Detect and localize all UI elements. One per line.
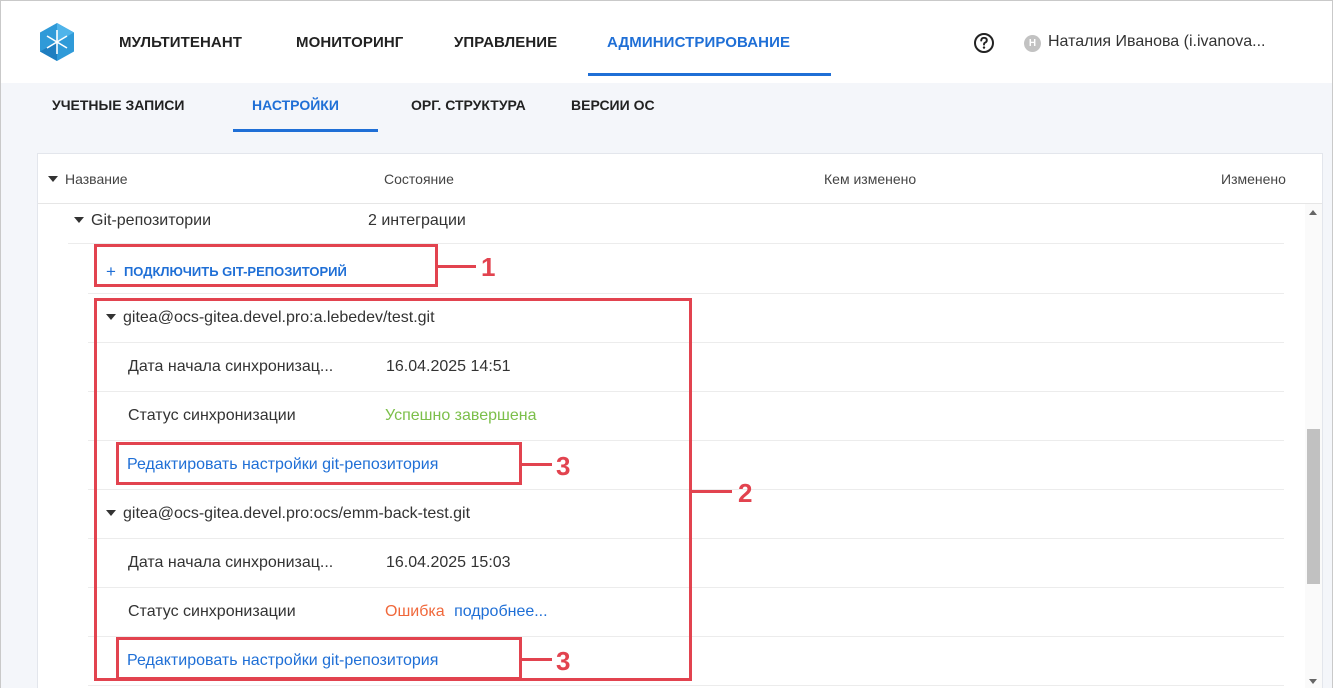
active-tab-indicator <box>588 73 831 76</box>
annotation-box-connect <box>94 244 438 287</box>
top-bar: МУЛЬТИТЕНАНТ МОНИТОРИНГ УПРАВЛЕНИЕ АДМИН… <box>1 1 1332 83</box>
group-status: 2 интеграции <box>368 212 466 229</box>
annotation-leader <box>692 490 732 493</box>
annotation-label: 3 <box>556 646 571 676</box>
group-row-git[interactable]: Git-репозитории 2 интеграции <box>68 204 1284 244</box>
active-subtab-indicator <box>233 129 378 132</box>
app-window: МУЛЬТИТЕНАНТ МОНИТОРИНГ УПРАВЛЕНИЕ АДМИН… <box>0 0 1333 688</box>
app-logo-icon[interactable] <box>37 22 77 62</box>
tab-settings[interactable]: НАСТРОЙКИ <box>252 97 339 113</box>
annotation-leader <box>438 265 476 268</box>
column-header-changed-at[interactable]: Изменено <box>1221 171 1286 187</box>
user-name[interactable]: Наталия Иванова (i.ivanova... <box>1048 33 1265 51</box>
annotation-label: 2 <box>738 478 753 508</box>
scroll-up-icon[interactable] <box>1309 210 1317 215</box>
annotation-label: 3 <box>556 451 571 481</box>
annotation-leader <box>522 463 552 466</box>
column-header-status[interactable]: Состояние <box>384 171 454 187</box>
annotation-label: 1 <box>481 252 496 282</box>
tab-administration[interactable]: АДМИНИСТРИРОВАНИЕ <box>607 34 790 51</box>
column-header-changed-by[interactable]: Кем изменено <box>824 171 916 187</box>
table-header: Название Состояние Кем изменено Изменено <box>38 154 1322 204</box>
tab-monitoring[interactable]: МОНИТОРИНГ <box>296 34 403 51</box>
sort-caret-icon <box>48 176 58 183</box>
tab-accounts[interactable]: УЧЕТНЫЕ ЗАПИСИ <box>52 97 184 113</box>
annotation-box-edit <box>116 442 522 485</box>
annotation-box-repos <box>94 298 692 681</box>
avatar[interactable]: Н <box>1024 35 1041 52</box>
group-name: Git-репозитории <box>91 212 212 229</box>
annotation-leader <box>522 658 552 661</box>
scroll-down-icon[interactable] <box>1309 679 1317 684</box>
tab-multitenant[interactable]: МУЛЬТИТЕНАНТ <box>119 34 242 51</box>
collapse-caret-icon[interactable] <box>74 216 84 223</box>
help-icon[interactable] <box>973 32 995 54</box>
annotation-box-edit <box>116 637 522 680</box>
tab-os-versions[interactable]: ВЕРСИИ ОС <box>571 97 655 113</box>
scrollbar-thumb[interactable] <box>1307 429 1320 584</box>
tab-org-structure[interactable]: ОРГ. СТРУКТУРА <box>411 97 526 113</box>
column-header-name[interactable]: Название <box>48 171 128 187</box>
sub-navigation: УЧЕТНЫЕ ЗАПИСИ НАСТРОЙКИ ОРГ. СТРУКТУРА … <box>1 83 1332 139</box>
tab-management[interactable]: УПРАВЛЕНИЕ <box>454 34 557 51</box>
